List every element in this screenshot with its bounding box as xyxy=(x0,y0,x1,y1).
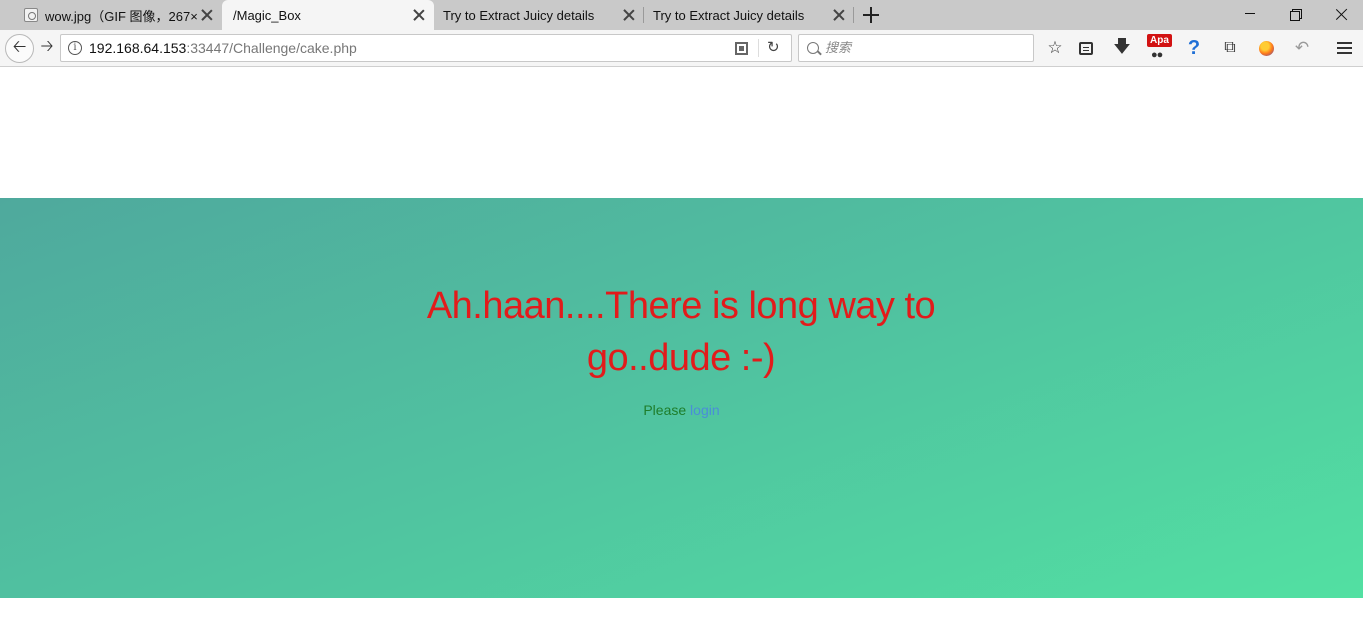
close-icon[interactable] xyxy=(412,8,426,22)
tab-label: Try to Extract Juicy details xyxy=(653,7,805,23)
firefox-icon[interactable] xyxy=(1254,36,1278,60)
close-icon[interactable] xyxy=(832,8,846,22)
undo-icon[interactable]: ↶ xyxy=(1290,36,1314,60)
image-file-icon xyxy=(24,8,38,22)
download-icon[interactable]: 🡇 xyxy=(1110,36,1134,60)
hero-section: Ah.haan....There is long way to go..dude… xyxy=(0,198,1363,598)
close-icon[interactable] xyxy=(200,8,214,22)
help-icon[interactable]: ? xyxy=(1182,36,1206,60)
arrow-left-icon: 🡠 xyxy=(12,37,27,56)
page-content: Ah.haan....There is long way to go..dude… xyxy=(0,68,1363,621)
new-tab-button[interactable] xyxy=(862,6,880,24)
tab-magic-box[interactable]: /Magic_Box xyxy=(222,0,434,30)
restore-button[interactable] xyxy=(1273,0,1319,30)
bookmark-star-icon[interactable]: ☆ xyxy=(1043,36,1067,60)
minimize-button[interactable] xyxy=(1227,0,1273,30)
hamburger-menu-icon[interactable] xyxy=(1332,36,1356,60)
search-icon xyxy=(807,42,819,54)
search-bar[interactable] xyxy=(798,34,1034,62)
window-close-button[interactable] xyxy=(1319,0,1363,30)
url-path: :33447/Challenge/cake.php xyxy=(186,40,357,56)
reading-list-icon[interactable] xyxy=(1074,36,1098,60)
info-icon[interactable]: i xyxy=(68,41,82,55)
tab-wow-jpg[interactable]: wow.jpg（GIF 图像，267× xyxy=(0,0,222,30)
tab-label: Try to Extract Juicy details xyxy=(443,7,595,23)
url-host: 192.168.64.153 xyxy=(89,40,187,56)
login-link[interactable]: login xyxy=(690,402,720,418)
back-button[interactable]: 🡠 xyxy=(5,34,34,63)
forward-button[interactable]: 🡢 xyxy=(36,38,58,59)
please-text: Please xyxy=(643,402,687,418)
login-prompt: Please login xyxy=(0,402,1363,418)
screenshot-crop-icon[interactable]: ⧉ xyxy=(1218,36,1242,60)
navigation-bar: 🡠 🡢 i 192.168.64.153:33447/Challenge/cak… xyxy=(0,30,1363,67)
tab-label: /Magic_Box xyxy=(233,7,301,23)
reload-icon[interactable]: ↻ xyxy=(767,38,780,56)
tab-juicy-details-1[interactable]: Try to Extract Juicy details xyxy=(434,0,644,30)
apa-badge: Apa xyxy=(1147,34,1172,47)
search-input[interactable] xyxy=(825,40,1025,56)
tab-juicy-details-2[interactable]: Try to Extract Juicy details xyxy=(644,0,854,30)
extension-dots-icon: ●● xyxy=(1151,49,1163,61)
close-icon[interactable] xyxy=(622,8,636,22)
tab-strip: wow.jpg（GIF 图像，267× /Magic_Box Try to Ex… xyxy=(0,0,1363,30)
address-bar[interactable]: i 192.168.64.153:33447/Challenge/cake.ph… xyxy=(60,34,792,62)
arrow-right-icon: 🡢 xyxy=(40,38,54,55)
url-text[interactable]: 192.168.64.153:33447/Challenge/cake.php xyxy=(89,40,357,56)
divider xyxy=(758,39,759,57)
qr-code-icon[interactable] xyxy=(735,42,748,55)
page-headline: Ah.haan....There is long way to go..dude… xyxy=(426,285,936,379)
tab-label: wow.jpg（GIF 图像，267× xyxy=(45,8,198,24)
